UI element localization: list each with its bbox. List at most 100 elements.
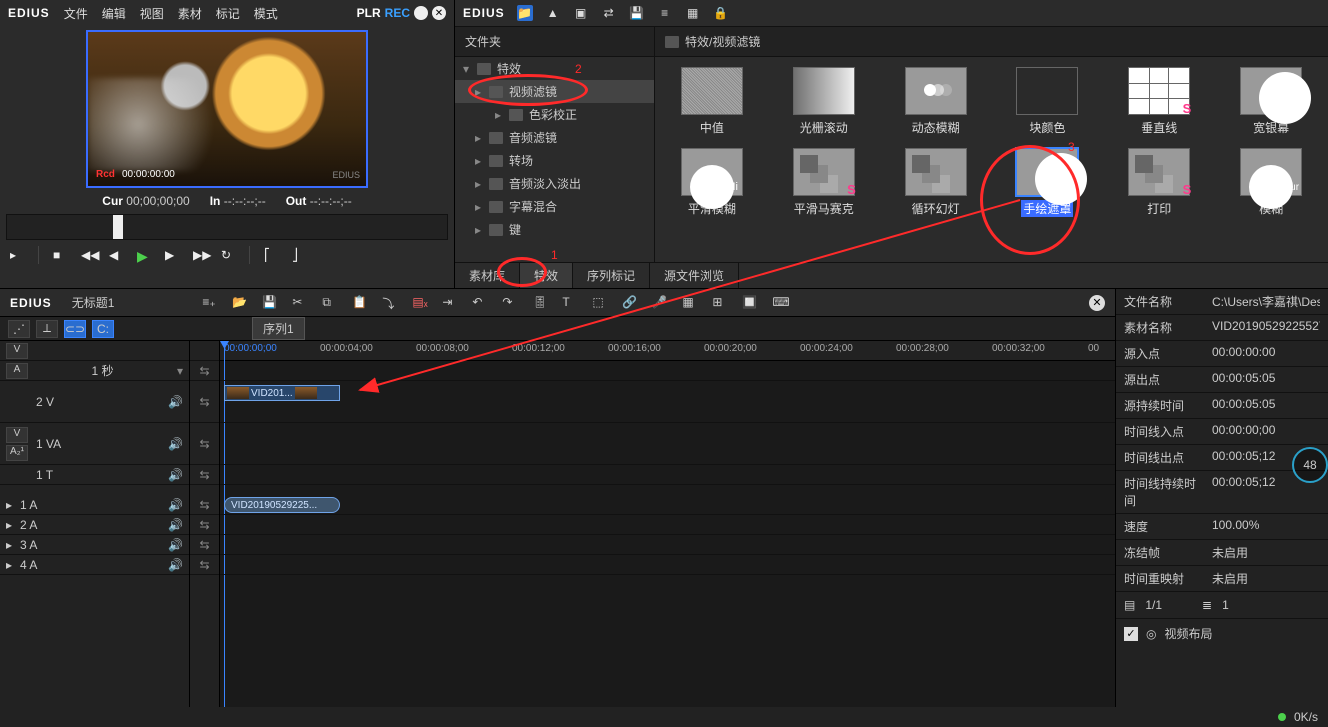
- mixer-icon[interactable]: 🎚: [532, 295, 548, 311]
- a-btn[interactable]: A: [6, 363, 28, 379]
- mode-normal[interactable]: ⋰: [8, 320, 30, 338]
- title-icon[interactable]: T: [562, 295, 578, 311]
- prev-frame-icon[interactable]: ◀: [109, 248, 123, 262]
- menu-mode[interactable]: 模式: [254, 5, 278, 22]
- track-3a[interactable]: ▸3 A🔊: [0, 535, 189, 555]
- scrub-head[interactable]: [113, 215, 123, 239]
- tree-item-转场[interactable]: ▸转场: [455, 149, 654, 172]
- play-icon[interactable]: ▶: [137, 248, 151, 262]
- effect-垂直线[interactable]: S垂直线: [1112, 67, 1206, 136]
- track-2a[interactable]: ▸2 A🔊: [0, 515, 189, 535]
- effect-模糊[interactable]: 模糊: [1224, 148, 1318, 217]
- effect-动态模糊[interactable]: 动态模糊: [889, 67, 983, 136]
- video-preview[interactable]: Rcd 00:00:00:00 EDIUS: [86, 30, 368, 188]
- delete-icon[interactable]: ▤ₓ: [412, 295, 428, 311]
- ripple-icon[interactable]: ⇥: [442, 295, 458, 311]
- tree-item-色彩校正[interactable]: ▸色彩校正: [455, 103, 654, 126]
- tree-item-视频滤镜[interactable]: ▸视频滤镜: [455, 80, 654, 103]
- snap-icon[interactable]: ⊞: [712, 295, 728, 311]
- timeline-ruler[interactable]: 00:00:00;0000:00:04;0000:00:08;0000:00:1…: [220, 341, 1115, 361]
- effect-光栅滚动[interactable]: 光栅滚动: [777, 67, 871, 136]
- copy-icon[interactable]: ⧉: [322, 295, 338, 311]
- folder-open-icon[interactable]: 📁: [517, 5, 533, 21]
- video-layout-toggle[interactable]: ✓ ◎ 视频布局: [1116, 619, 1328, 648]
- sequence-tab[interactable]: 序列1: [252, 317, 305, 340]
- tree-item-字幕混合[interactable]: ▸字幕混合: [455, 195, 654, 218]
- effect-手绘遮罩[interactable]: 手绘遮罩: [1001, 148, 1095, 217]
- menu-edit[interactable]: 编辑: [102, 5, 126, 22]
- loop-icon[interactable]: ↻: [221, 248, 235, 262]
- forward-icon[interactable]: ▶▶: [193, 248, 207, 262]
- effect-循环幻灯[interactable]: 循环幻灯: [889, 148, 983, 217]
- rewind-icon[interactable]: ◀◀: [81, 248, 95, 262]
- tree-root[interactable]: ▾特效: [455, 57, 654, 80]
- track-1t[interactable]: 1 T🔊: [0, 465, 189, 485]
- close-icon[interactable]: ✕: [432, 6, 446, 20]
- effect-中值[interactable]: 中值: [665, 67, 759, 136]
- list-icon[interactable]: ≡: [657, 5, 673, 21]
- next-frame-icon[interactable]: ▶: [165, 248, 179, 262]
- close-panel-icon[interactable]: ✕: [1089, 295, 1105, 311]
- render-icon[interactable]: ▦: [682, 295, 698, 311]
- menu-marker[interactable]: 标记: [216, 5, 240, 22]
- cut-icon[interactable]: ✂: [292, 295, 308, 311]
- tab-序列标记[interactable]: 序列标记: [573, 263, 650, 288]
- effect-平滑马赛克[interactable]: S平滑马赛克: [777, 148, 871, 217]
- video-clip[interactable]: VID201...: [224, 385, 340, 401]
- mode-trim[interactable]: ⟂: [36, 320, 58, 338]
- v-btn[interactable]: V: [6, 343, 28, 359]
- chevron-down-icon[interactable]: ▾: [177, 364, 183, 378]
- track-1a[interactable]: ▸1 A🔊: [0, 495, 189, 515]
- paste-icon[interactable]: 📋: [352, 295, 368, 311]
- layers-icon[interactable]: ▣: [573, 5, 589, 21]
- transport-controls: ▸ ■ ◀◀ ◀ ▶ ▶ ▶▶ ↻ ⎡ ⎦: [0, 240, 454, 270]
- zoom-icon[interactable]: 🔲: [742, 295, 758, 311]
- status-bar: 0K/s: [0, 707, 1328, 727]
- undo-icon[interactable]: ↶: [472, 295, 488, 311]
- mic-icon[interactable]: 🎤: [652, 295, 668, 311]
- effect-打印[interactable]: S打印: [1112, 148, 1206, 217]
- target-icon: ◎: [1146, 627, 1156, 641]
- save-icon[interactable]: 💾: [629, 5, 645, 21]
- scrub-bar[interactable]: [6, 214, 448, 240]
- track-2v[interactable]: 2 V🔊: [0, 381, 189, 423]
- mode-edit[interactable]: C:: [92, 320, 114, 338]
- menu-file[interactable]: 文件: [64, 5, 88, 22]
- new-icon[interactable]: ≡₊: [202, 295, 218, 311]
- add-icon[interactable]: ▲: [545, 5, 561, 21]
- menu-view[interactable]: 视图: [140, 5, 164, 22]
- link-icon[interactable]: 🔗: [622, 295, 638, 311]
- effect-块颜色[interactable]: 块颜色: [1001, 67, 1095, 136]
- effect-平滑模糊[interactable]: 平滑模糊: [665, 148, 759, 217]
- speaker-icon[interactable]: 🔊: [168, 395, 183, 409]
- grid-view-icon[interactable]: ▦: [685, 5, 701, 21]
- set-in-icon[interactable]: ⎡: [264, 248, 278, 262]
- redo-icon[interactable]: ↷: [502, 295, 518, 311]
- menu-clip[interactable]: 素材: [178, 5, 202, 22]
- tab-源文件浏览[interactable]: 源文件浏览: [650, 263, 739, 288]
- effect-宽银幕[interactable]: S宽银幕: [1224, 67, 1318, 136]
- audio-clip[interactable]: VID20190529225...: [224, 497, 340, 513]
- tree-item-音频淡入淡出[interactable]: ▸音频淡入淡出: [455, 172, 654, 195]
- stop-icon[interactable]: ■: [53, 248, 67, 262]
- tree-item-音频滤镜[interactable]: ▸音频滤镜: [455, 126, 654, 149]
- minimize-icon[interactable]: [414, 6, 428, 20]
- transition-icon[interactable]: ⬚: [592, 295, 608, 311]
- tab-素材库[interactable]: 素材库: [455, 263, 520, 288]
- fx-mixer-icon[interactable]: ⇄: [601, 5, 617, 21]
- save-icon[interactable]: 💾: [262, 295, 278, 311]
- tab-特效[interactable]: 特效: [520, 263, 573, 288]
- speaker-icon[interactable]: 🔊: [168, 437, 183, 451]
- timeline-canvas[interactable]: 00:00:00;0000:00:04;0000:00:08;0000:00:1…: [220, 341, 1115, 727]
- lock-icon[interactable]: 🔒: [713, 5, 729, 21]
- open-icon[interactable]: 📂: [232, 295, 248, 311]
- keyboard-icon[interactable]: ⌨: [772, 295, 788, 311]
- set-out-icon[interactable]: ⎦: [292, 248, 306, 262]
- goto-start-icon[interactable]: ▸: [10, 248, 24, 262]
- checkbox-icon[interactable]: ✓: [1124, 627, 1138, 641]
- track-1va[interactable]: V A₂¹ 1 VA🔊: [0, 423, 189, 465]
- track-4a[interactable]: ▸4 A🔊: [0, 555, 189, 575]
- mode-multicam[interactable]: ⊂⊃: [64, 320, 86, 338]
- tree-item-键[interactable]: ▸键: [455, 218, 654, 241]
- paste-insert-icon[interactable]: ⤵: [382, 295, 398, 311]
